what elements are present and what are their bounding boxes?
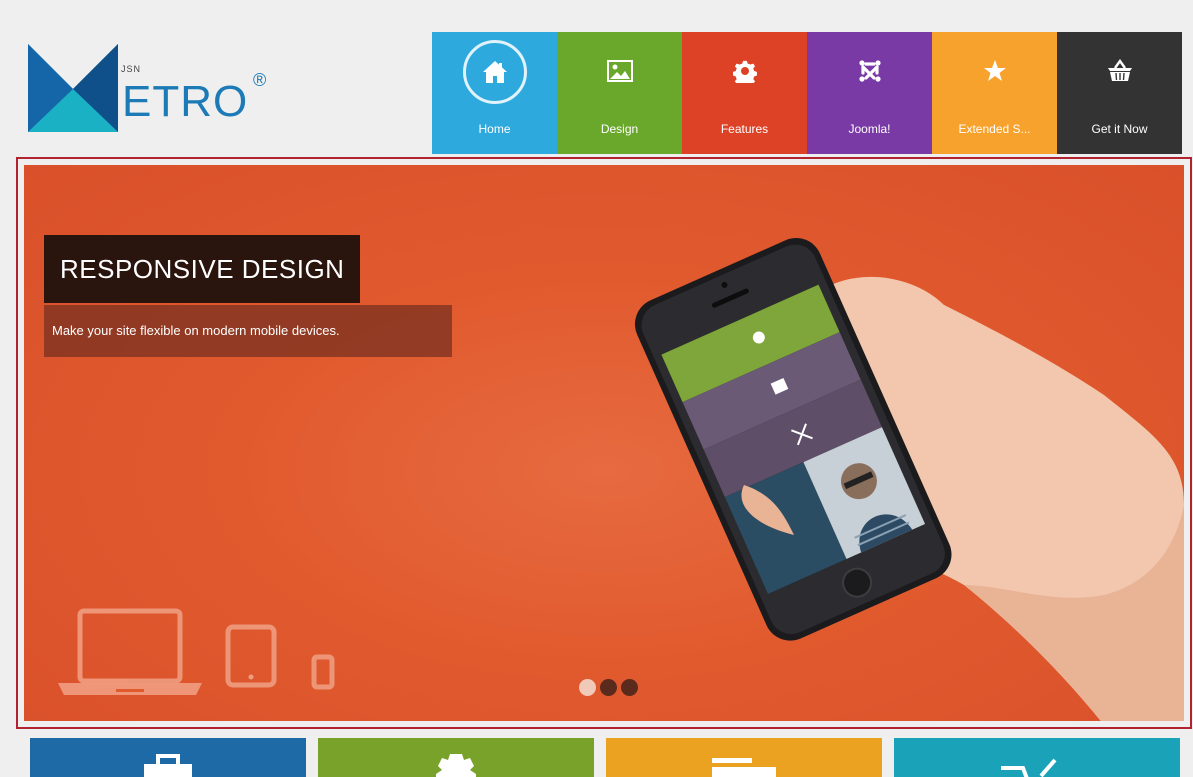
hero-slider[interactable]: RESPONSIVE DESIGN Make your site flexibl… [24, 165, 1184, 721]
nav-item-get-it-now[interactable]: Get it Now [1057, 32, 1182, 154]
slider-dot-1[interactable] [579, 679, 596, 696]
briefcase-icon [144, 754, 192, 777]
feature-tile-4[interactable] [894, 738, 1180, 777]
feature-tile-3[interactable] [606, 738, 882, 777]
main-nav: Home Design Features Joomla! Extended S.… [432, 32, 1182, 154]
logo-prefix: JSN [121, 64, 142, 74]
devices-icon [58, 608, 335, 695]
gear-icon [436, 754, 476, 777]
feature-tile-2[interactable] [318, 738, 594, 777]
nav-item-extended[interactable]: Extended S... [932, 32, 1057, 154]
hand-phone-image [634, 237, 1184, 721]
slide-subtitle: Make your site flexible on modern mobile… [44, 305, 452, 357]
nav-item-home[interactable]: Home [432, 32, 557, 154]
nav-item-design[interactable]: Design [557, 32, 682, 154]
nav-label-get-it-now: Get it Now [1091, 122, 1148, 136]
slider-pagination [579, 679, 638, 696]
page: JSN ETRO ® Home Design Features Joomla! … [0, 0, 1193, 777]
feature-tiles [30, 738, 1180, 777]
nav-item-features[interactable]: Features [682, 32, 807, 154]
home-icon [462, 40, 527, 104]
star-icon [978, 54, 1012, 88]
nav-label-extended: Extended S... [958, 122, 1031, 136]
layout-icon [712, 758, 776, 777]
joomla-icon [853, 54, 887, 88]
cart-icon [1001, 758, 1057, 777]
hero-slider-frame: RESPONSIVE DESIGN Make your site flexibl… [16, 157, 1192, 729]
slider-dot-2[interactable] [600, 679, 617, 696]
logo-registered-mark: ® [253, 70, 267, 90]
image-icon [603, 54, 637, 88]
nav-label-design: Design [600, 122, 639, 136]
slide-title: RESPONSIVE DESIGN [44, 235, 361, 303]
nav-item-joomla[interactable]: Joomla! [807, 32, 932, 154]
site-logo[interactable]: JSN ETRO ® [28, 44, 278, 134]
slider-dot-3[interactable] [621, 679, 638, 696]
logo-wordmark: ETRO [122, 77, 249, 126]
gear-icon [728, 54, 762, 88]
nav-label-home: Home [478, 122, 511, 136]
logo-mark-icon [28, 44, 118, 132]
nav-label-features: Features [720, 122, 769, 136]
nav-label-joomla: Joomla! [848, 122, 891, 136]
basket-icon [1103, 54, 1137, 88]
feature-tile-1[interactable] [30, 738, 306, 777]
